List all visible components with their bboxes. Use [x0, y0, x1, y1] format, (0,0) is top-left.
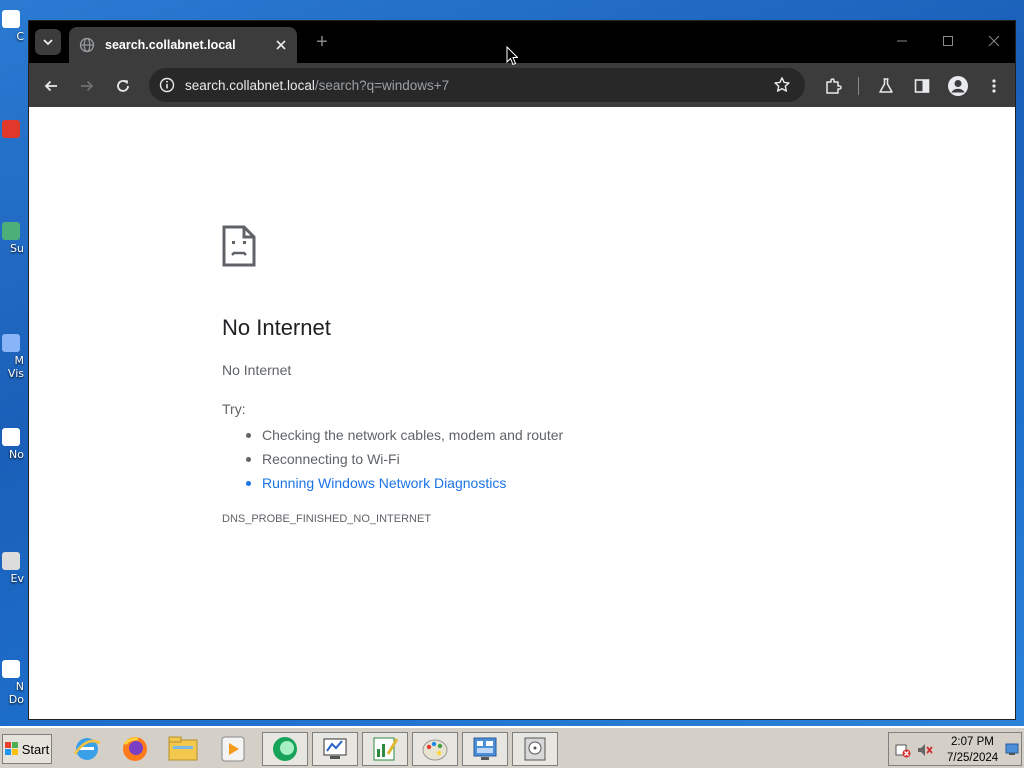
url-host: search.collabnet.local	[185, 77, 315, 93]
notepad-icon	[2, 428, 20, 446]
arrow-left-icon	[44, 80, 57, 92]
mouse-cursor-icon	[506, 46, 518, 66]
control-panel-icon	[473, 737, 497, 760]
back-button[interactable]	[37, 72, 65, 100]
desktop-icon-label: Ev	[10, 572, 24, 585]
title-bar: search.collabnet.local +	[29, 21, 1015, 63]
firefox-icon	[123, 737, 147, 761]
document-icon	[2, 660, 20, 678]
extensions-button[interactable]	[819, 72, 847, 100]
spreadsheet-icon	[373, 737, 399, 761]
taskbar-app-ie[interactable]	[64, 732, 110, 766]
app-icon	[2, 334, 20, 352]
show-desktop-icon[interactable]	[1005, 742, 1019, 756]
clock-date[interactable]: 7/25/2024	[947, 752, 998, 764]
reload-button[interactable]	[109, 72, 137, 100]
desktop-icon-2[interactable]	[2, 120, 24, 160]
tab-active[interactable]: search.collabnet.local	[69, 27, 297, 63]
flask-icon	[879, 78, 893, 93]
start-button[interactable]: Start	[2, 734, 52, 764]
side-panel-button[interactable]	[908, 72, 936, 100]
desktop-icon-7[interactable]: N Do	[2, 660, 24, 710]
close-icon[interactable]	[275, 39, 287, 51]
taskbar-app-paint[interactable]	[412, 732, 458, 766]
disk-utility-icon	[524, 737, 546, 761]
document-icon	[2, 10, 20, 28]
system-monitor-icon	[323, 738, 347, 759]
ie-icon	[73, 738, 101, 760]
desktop-icon-label: C	[16, 30, 24, 43]
new-tab-button[interactable]: +	[311, 31, 333, 53]
minimize-button[interactable]	[887, 29, 917, 53]
chat-icon	[273, 737, 297, 761]
desktop-icon-label: No	[9, 448, 24, 461]
sad-page-icon	[222, 225, 256, 267]
windows-logo-icon	[4, 742, 18, 755]
profile-button[interactable]	[944, 72, 972, 100]
tab-title: search.collabnet.local	[105, 38, 236, 52]
taskbar-app-control-panel[interactable]	[462, 732, 508, 766]
maximize-icon	[943, 36, 953, 46]
suggestion-list: Checking the network cables, modem and r…	[244, 423, 563, 495]
taskbar-app-spreadsheet[interactable]	[362, 732, 408, 766]
network-diagnostics-link[interactable]: Running Windows Network Diagnostics	[244, 471, 563, 495]
taskbar-app-firefox[interactable]	[112, 732, 158, 766]
desktop-icon-4[interactable]: M Vis	[2, 334, 24, 394]
suggestion-item: Checking the network cables, modem and r…	[244, 423, 563, 447]
avatar-icon	[948, 76, 968, 96]
forward-button[interactable]	[73, 72, 101, 100]
desktop-icon-3[interactable]: Su	[2, 222, 24, 262]
info-icon[interactable]	[159, 77, 175, 93]
globe-icon	[79, 37, 95, 53]
suggestion-item: Reconnecting to Wi-Fi	[244, 447, 563, 471]
browser-toolbar: search.collabnet.local/search?q=windows+…	[29, 63, 1015, 107]
error-title: No Internet	[222, 315, 331, 340]
url-path: /search?q=windows+7	[314, 77, 450, 93]
try-label: Try:	[222, 401, 246, 417]
file-explorer-icon	[168, 736, 198, 761]
taskbar-app-chat[interactable]	[262, 732, 308, 766]
desktop-icon-label: M Vis	[7, 354, 24, 380]
clock-time[interactable]: 2:07 PM	[951, 736, 994, 748]
arrow-right-icon	[81, 80, 94, 92]
network-warning-icon[interactable]	[895, 742, 911, 758]
puzzle-icon	[826, 78, 842, 94]
desktop-icon-5[interactable]: No	[2, 428, 24, 468]
browser-window: search.collabnet.local + search.collabne…	[28, 20, 1016, 720]
volume-muted-icon[interactable]	[917, 742, 933, 758]
media-player-icon	[221, 736, 245, 762]
side-panel-icon	[914, 79, 930, 93]
event-viewer-icon	[2, 552, 20, 570]
taskbar-app-monitor[interactable]	[312, 732, 358, 766]
start-label: Start	[21, 741, 50, 757]
taskbar-app-media[interactable]	[210, 732, 256, 766]
menu-button[interactable]	[980, 72, 1008, 100]
maximize-button[interactable]	[933, 29, 963, 53]
chevron-down-icon	[43, 39, 53, 46]
app-icon	[2, 120, 20, 138]
error-code: DNS_PROBE_FINISHED_NO_INTERNET	[222, 513, 432, 525]
tab-search-button[interactable]	[35, 29, 61, 55]
toolbar-divider	[858, 77, 859, 95]
star-icon[interactable]	[773, 76, 791, 94]
taskbar-app-explorer[interactable]	[160, 732, 206, 766]
desktop-icon-6[interactable]: Ev	[2, 552, 24, 592]
desktop-icon-label: Su	[10, 242, 24, 255]
app-icon	[2, 222, 20, 240]
close-icon	[988, 35, 1000, 47]
paint-icon	[422, 739, 448, 761]
minimize-icon	[897, 40, 907, 42]
taskbar-app-disk[interactable]	[512, 732, 558, 766]
error-description: No Internet	[222, 362, 292, 378]
more-vertical-icon	[992, 79, 996, 93]
page-content: No Internet No Internet Try: Checking th…	[29, 107, 1015, 719]
taskbar: Start 2:07 PM 7/25/2024	[0, 726, 1024, 768]
labs-button[interactable]	[872, 72, 900, 100]
close-window-button[interactable]	[979, 29, 1009, 53]
desktop-icon-label: N Do	[8, 680, 24, 706]
system-tray: 2:07 PM 7/25/2024	[888, 732, 1022, 766]
address-bar[interactable]: search.collabnet.local/search?q=windows+…	[149, 68, 805, 102]
reload-icon	[117, 80, 129, 92]
desktop-icon-1[interactable]: C	[2, 10, 24, 50]
